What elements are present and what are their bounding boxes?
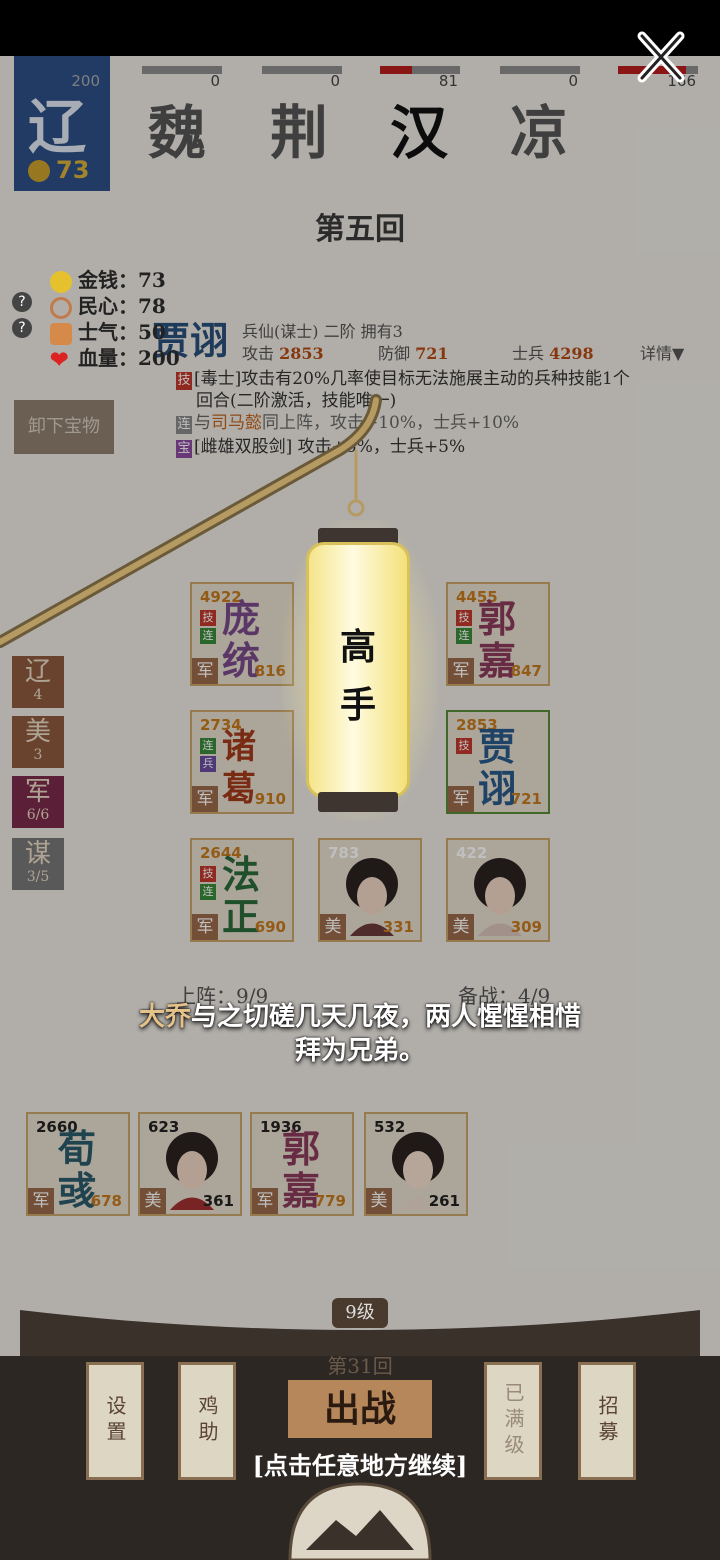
event-character: 大乔	[138, 1002, 191, 1032]
event-message: 大乔与之切磋几天几夜，两人惺惺相惜 拜为兄弟。	[138, 1002, 582, 1066]
fight-button[interactable]: 出战	[288, 1380, 432, 1438]
stat-gold: 金钱：73	[50, 264, 166, 293]
close-icon[interactable]	[630, 26, 690, 86]
continue-hint[interactable]: [点击任意地方继续]	[0, 1446, 720, 1481]
landscape-emblem	[288, 1482, 432, 1560]
level-badge: 9级	[332, 1298, 388, 1328]
stat-morale: 士气：50	[50, 316, 166, 345]
help-icon[interactable]: ?	[12, 292, 32, 312]
round-number: 第31回	[327, 1354, 393, 1378]
stat-hp: ❤ 血量：200	[50, 346, 180, 373]
help-icon[interactable]: ?	[12, 318, 32, 338]
status-bar	[0, 0, 720, 56]
stat-people: 民心：78	[50, 290, 166, 319]
lantern-text: 高手	[339, 626, 376, 726]
lantern-cap-bottom	[318, 792, 398, 812]
heart-icon: ❤	[50, 346, 69, 373]
